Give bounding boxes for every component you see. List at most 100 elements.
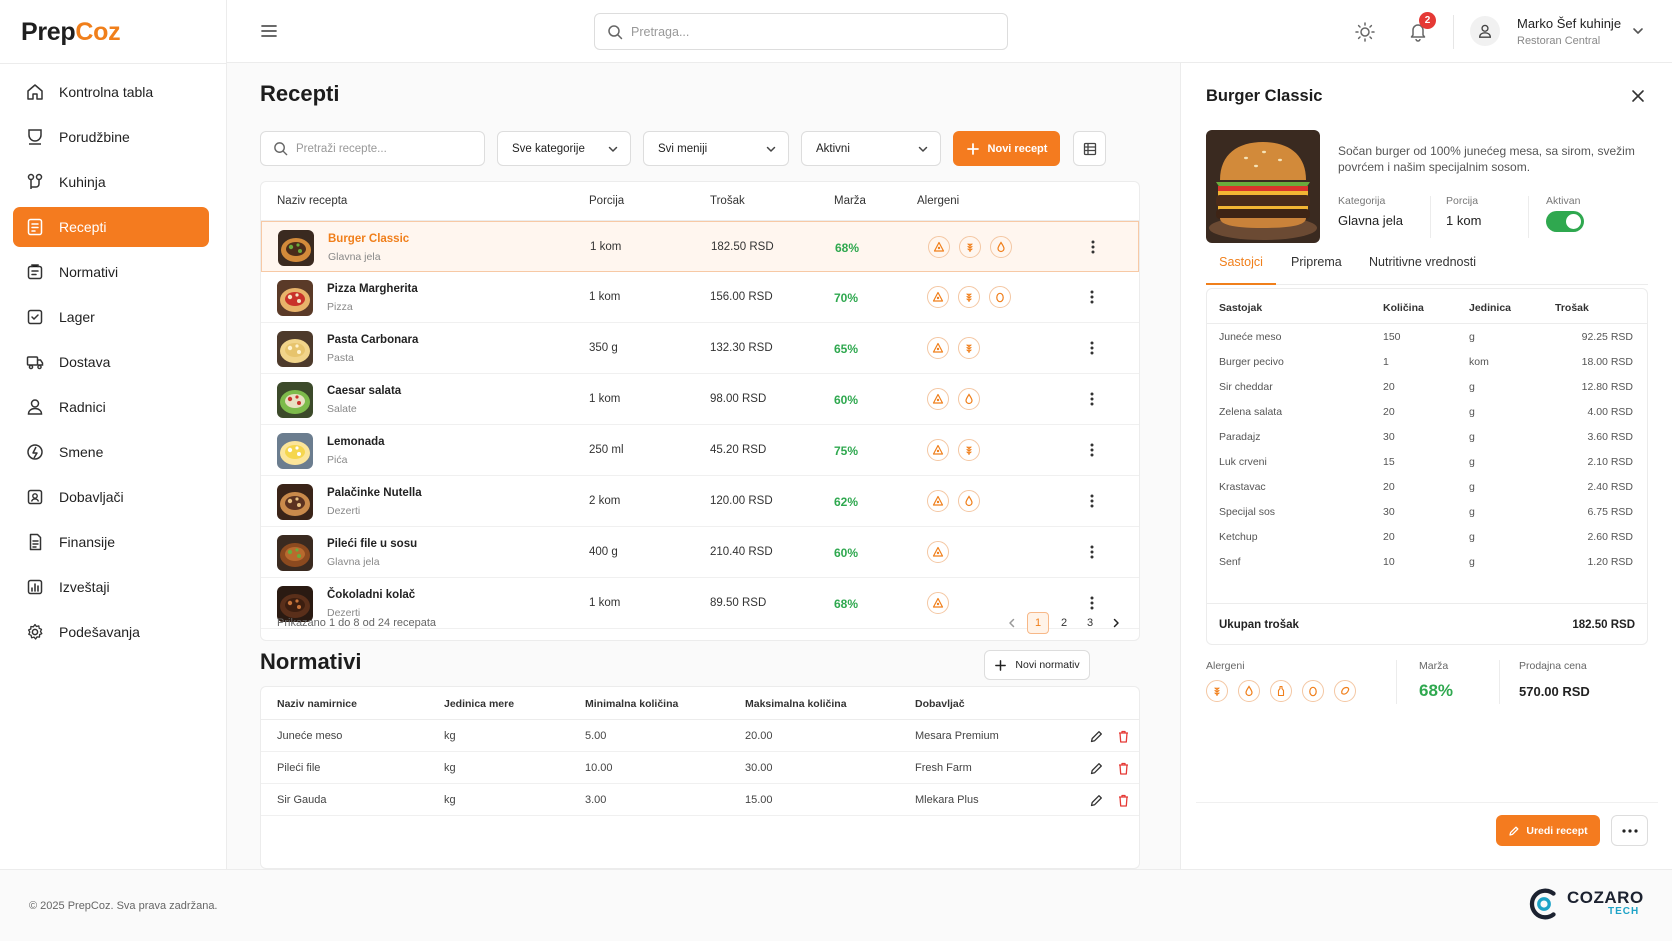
theme-toggle-sun-icon[interactable] bbox=[1354, 21, 1376, 43]
edit-recipe-label: Uredi recept bbox=[1526, 824, 1588, 837]
tab-sastojci[interactable]: Sastojci bbox=[1206, 255, 1276, 285]
sidebar-item[interactable]: Finansije bbox=[13, 522, 209, 562]
column-header[interactable]: Naziv recepta bbox=[277, 195, 347, 207]
sidebar-item[interactable]: Kontrolna tabla bbox=[13, 72, 209, 112]
normativ-unit: kg bbox=[444, 794, 456, 806]
recipe-row[interactable]: Pizza Margherita Pizza 1 kom 156.00 RSD 70% bbox=[261, 272, 1139, 323]
close-icon[interactable] bbox=[1630, 88, 1646, 104]
sidebar-item[interactable]: Podešavanja bbox=[13, 612, 209, 652]
recipe-row[interactable]: Palačinke Nutella Dezerti 2 kom 120.00 RSD 6… bbox=[261, 476, 1139, 527]
ingredient-unit: g bbox=[1469, 506, 1475, 518]
sidebar-item[interactable]: Normativi bbox=[13, 252, 209, 292]
row-menu-kebab-icon[interactable] bbox=[1083, 492, 1101, 510]
more-options-button[interactable] bbox=[1611, 815, 1648, 846]
recipe-category: Pizza bbox=[327, 301, 353, 313]
active-toggle[interactable] bbox=[1546, 211, 1584, 232]
pencil-icon[interactable] bbox=[1089, 793, 1104, 808]
recipe-name[interactable]: Pizza Margherita bbox=[327, 283, 418, 295]
menu-select[interactable]: Svi meniji bbox=[643, 131, 789, 166]
normativ-unit: kg bbox=[444, 730, 456, 742]
ingredient-cost: 2.40 RSD bbox=[1587, 481, 1633, 493]
row-menu-kebab-icon[interactable] bbox=[1083, 441, 1101, 459]
table-view-button[interactable] bbox=[1073, 131, 1106, 166]
divider bbox=[1499, 660, 1500, 704]
status-select[interactable]: Aktivni bbox=[801, 131, 941, 166]
page-button[interactable]: 3 bbox=[1079, 612, 1101, 634]
recipe-row[interactable]: Pasta Carbonara Pasta 350 g 132.30 RSD 65% bbox=[261, 323, 1139, 374]
normativi-table: Naziv namirnice Jedinica mere Minimalna … bbox=[260, 686, 1140, 869]
page-button[interactable]: 2 bbox=[1053, 612, 1075, 634]
page-button[interactable]: 1 bbox=[1027, 612, 1049, 634]
recipe-name[interactable]: Čokoladni kolač bbox=[327, 589, 415, 601]
row-menu-kebab-icon[interactable] bbox=[1083, 339, 1101, 357]
meta-label: Porcija bbox=[1446, 195, 1479, 207]
ingredients-table-header: Sastojak Količina Jedinica Trošak bbox=[1207, 289, 1647, 324]
recipe-row[interactable]: Caesar salata Salate 1 kom 98.00 RSD 60% bbox=[261, 374, 1139, 425]
sidebar-item[interactable]: Dobavljači bbox=[13, 477, 209, 517]
recipe-row[interactable]: Burger Classic Glavna jela 1 kom 182.50 RSD… bbox=[261, 221, 1139, 272]
menu-toggle-icon[interactable] bbox=[259, 21, 279, 41]
sidebar-item[interactable]: Lager bbox=[13, 297, 209, 337]
trash-icon[interactable] bbox=[1116, 793, 1131, 808]
ingredient-cost: 3.60 RSD bbox=[1587, 431, 1633, 443]
sidebar-item[interactable]: Radnici bbox=[13, 387, 209, 427]
ingredient-row: Sir cheddar 20 g 12.80 RSD bbox=[1207, 374, 1647, 399]
row-menu-kebab-icon[interactable] bbox=[1083, 288, 1101, 306]
milk-icon bbox=[958, 388, 980, 410]
recipe-name[interactable]: Palačinke Nutella bbox=[327, 487, 422, 499]
recipe-name[interactable]: Lemonada bbox=[327, 436, 385, 448]
recipe-search-input[interactable]: Pretraži recepte... bbox=[260, 131, 485, 166]
ingredient-row: Burger pecivo 1 kom 18.00 RSD bbox=[1207, 349, 1647, 374]
recipe-thumbnail bbox=[277, 484, 313, 520]
app-logo[interactable]: PrepCoz bbox=[21, 18, 121, 47]
toggle-knob bbox=[1566, 214, 1581, 229]
trash-icon[interactable] bbox=[1116, 729, 1131, 744]
row-menu-kebab-icon[interactable] bbox=[1083, 390, 1101, 408]
prev-page-button[interactable] bbox=[1001, 612, 1023, 634]
sidebar-item[interactable]: Kuhinja bbox=[13, 162, 209, 202]
tab-nutritivne-vrednosti[interactable]: Nutritivne vrednosti bbox=[1369, 255, 1476, 285]
meta-value: Glavna jela bbox=[1338, 213, 1404, 228]
pencil-icon[interactable] bbox=[1089, 729, 1104, 744]
recipe-row[interactable]: Pileći file u sosu Glavna jela 400 g 210.40… bbox=[261, 527, 1139, 578]
user-avatar[interactable] bbox=[1470, 16, 1500, 46]
recipe-name[interactable]: Pileći file u sosu bbox=[327, 538, 417, 550]
trash-icon[interactable] bbox=[1116, 761, 1131, 776]
row-menu-kebab-icon[interactable] bbox=[1083, 543, 1101, 561]
category-select[interactable]: Sve kategorije bbox=[497, 131, 631, 166]
sidebar-item[interactable]: Smene bbox=[13, 432, 209, 472]
pencil-icon[interactable] bbox=[1089, 761, 1104, 776]
column-header[interactable]: Porcija bbox=[589, 195, 624, 207]
ingredient-unit: kom bbox=[1469, 356, 1489, 368]
row-menu-kebab-icon[interactable] bbox=[1084, 238, 1102, 256]
recipe-detail-panel: Burger Classic Sočan burger od 100% june… bbox=[1180, 63, 1672, 869]
user-name[interactable]: Marko Šef kuhinje bbox=[1517, 16, 1621, 31]
edit-recipe-button[interactable]: Uredi recept bbox=[1496, 815, 1600, 846]
chevron-down-icon[interactable] bbox=[1631, 24, 1645, 38]
sidebar-item[interactable]: Izveštaji bbox=[13, 567, 209, 607]
new-recipe-button[interactable]: Novi recept bbox=[953, 131, 1060, 166]
recipe-row[interactable]: Lemonada Pića 250 ml 45.20 RSD 75% bbox=[261, 425, 1139, 476]
sidebar-item[interactable]: Porudžbine bbox=[13, 117, 209, 157]
ingredient-qty: 30 bbox=[1383, 506, 1395, 518]
recipe-name[interactable]: Burger Classic bbox=[328, 233, 409, 245]
milk-icon bbox=[958, 490, 980, 512]
new-normativ-button[interactable]: Novi normativ bbox=[984, 650, 1090, 680]
column-header[interactable]: Trošak bbox=[710, 195, 745, 207]
main-content: Recepti Pretraži recepte... Sve kategori… bbox=[227, 63, 1180, 869]
recipe-name[interactable]: Pasta Carbonara bbox=[327, 334, 418, 346]
meta-value: 1 kom bbox=[1446, 213, 1482, 228]
ingredient-qty: 20 bbox=[1383, 531, 1395, 543]
divider bbox=[1196, 802, 1658, 803]
tab-priprema[interactable]: Priprema bbox=[1291, 255, 1342, 285]
sidebar-item[interactable]: Dostava bbox=[13, 342, 209, 382]
recipe-name[interactable]: Caesar salata bbox=[327, 385, 401, 397]
recipes-table-header: Naziv recepta Porcija Trošak Marža Alerg… bbox=[261, 182, 1139, 221]
global-search-input[interactable]: Pretraga... bbox=[594, 13, 1008, 50]
ingredient-qty: 20 bbox=[1383, 406, 1395, 418]
recipe-category: Pića bbox=[327, 454, 348, 466]
sidebar-item[interactable]: Recepti bbox=[13, 207, 209, 247]
column-header[interactable]: Marža bbox=[834, 195, 866, 207]
gluten-icon bbox=[927, 439, 949, 461]
next-page-button[interactable] bbox=[1105, 612, 1127, 634]
